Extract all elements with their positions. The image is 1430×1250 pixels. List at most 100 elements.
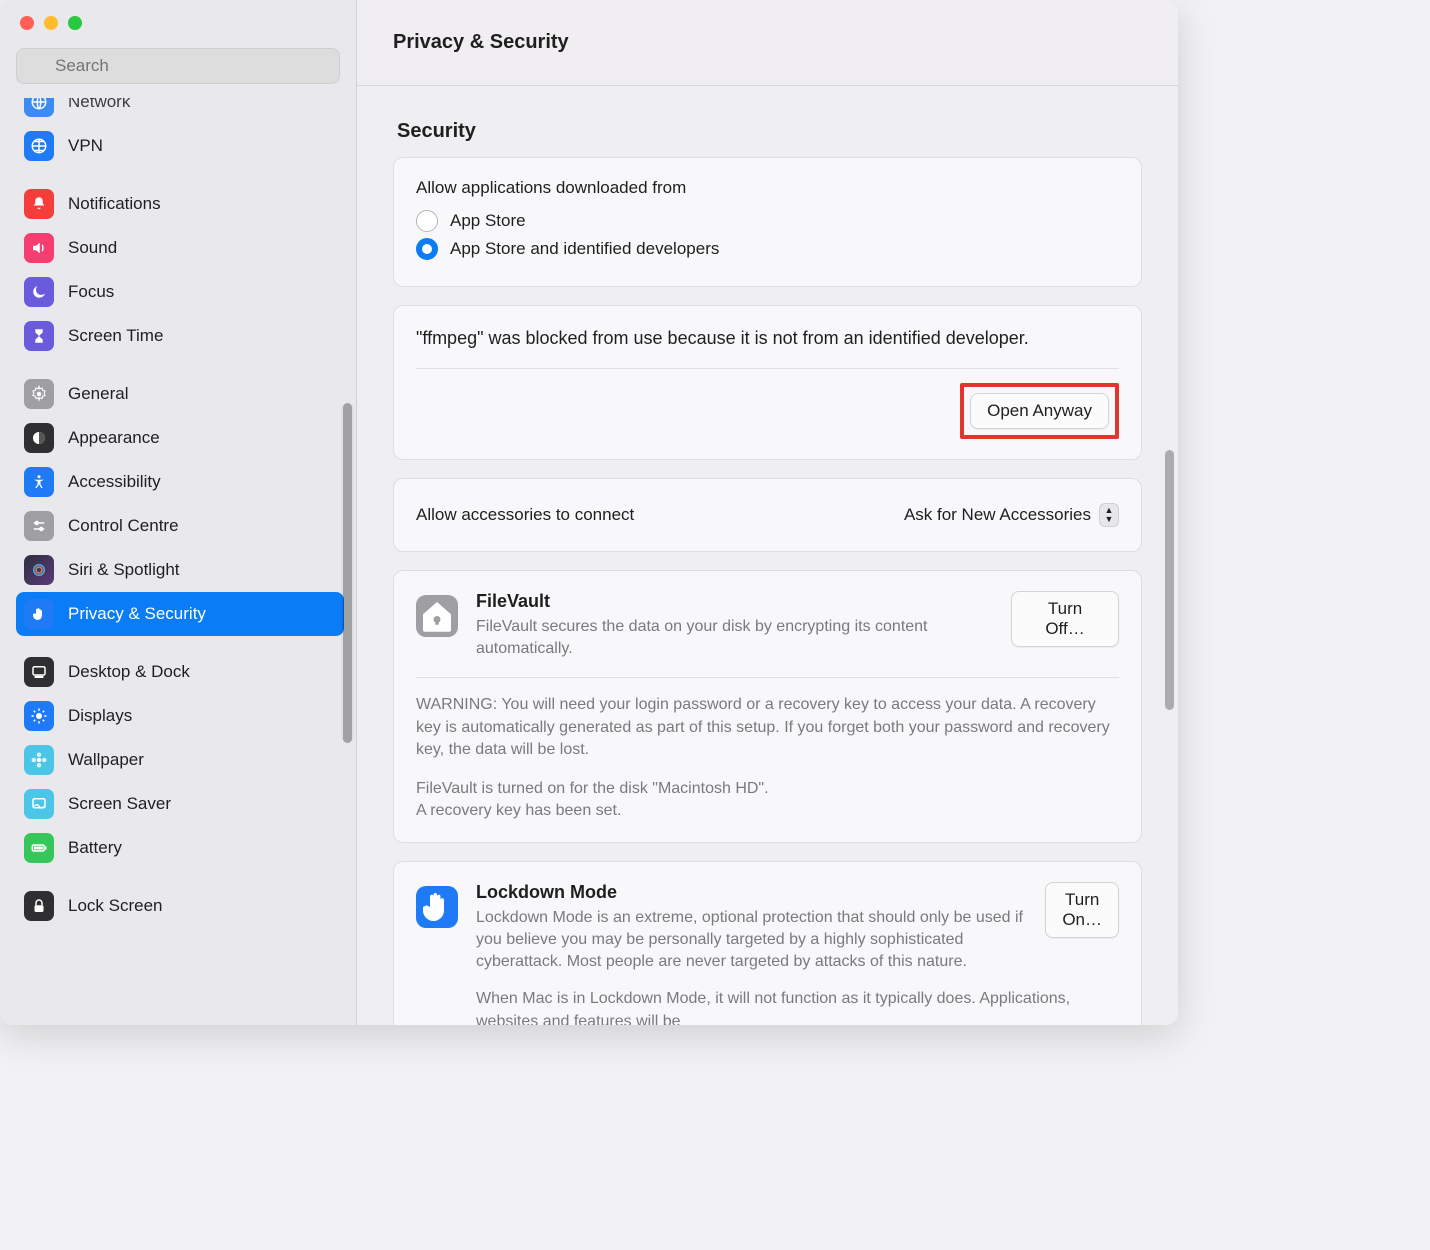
radio-app-store-identified-developers[interactable]: App Store and identified developers: [416, 238, 1119, 260]
filevault-turn-off-button[interactable]: Turn Off…: [1011, 591, 1119, 647]
sidebar-item-general[interactable]: General: [16, 372, 344, 416]
open-anyway-button[interactable]: Open Anyway: [970, 393, 1109, 429]
screensaver-icon: [24, 789, 54, 819]
radio-checked-icon: [416, 238, 438, 260]
accessories-value: Ask for New Accessories: [904, 505, 1091, 525]
lockdown-title: Lockdown Mode: [476, 882, 1031, 903]
moon-icon: [24, 277, 54, 307]
filevault-status-line2: A recovery key has been set.: [416, 800, 1119, 822]
sidebar-item-label: Appearance: [68, 428, 160, 448]
sidebar-item-label: Screen Saver: [68, 794, 171, 814]
hand-icon: [24, 599, 54, 629]
speaker-icon: [24, 233, 54, 263]
window-controls: [0, 12, 356, 40]
sliders-icon: [24, 511, 54, 541]
sidebar-item-label: Network: [68, 98, 130, 112]
gear-icon: [24, 379, 54, 409]
sidebar-item-battery[interactable]: Battery: [16, 826, 344, 870]
page-title: Privacy & Security: [357, 0, 1178, 86]
sidebar-item-label: Lock Screen: [68, 896, 163, 916]
system-settings-window: Network VPN Notifications Sound: [0, 0, 1178, 1025]
sidebar-item-label: Battery: [68, 838, 122, 858]
accessories-card: Allow accessories to connect Ask for New…: [393, 478, 1142, 552]
section-heading-security: Security: [397, 120, 1142, 143]
accessories-label: Allow accessories to connect: [416, 505, 634, 525]
sidebar-item-label: General: [68, 384, 128, 404]
radio-label: App Store: [450, 211, 526, 231]
sidebar-item-label: Notifications: [68, 194, 161, 214]
sidebar-item-screen-saver[interactable]: Screen Saver: [16, 782, 344, 826]
globe-icon: [24, 98, 54, 117]
sidebar-item-siri-spotlight[interactable]: Siri & Spotlight: [16, 548, 344, 592]
sidebar-nav: Network VPN Notifications Sound: [0, 98, 356, 1025]
sidebar: Network VPN Notifications Sound: [0, 0, 357, 1025]
blocked-app-card: "ffmpeg" was blocked from use because it…: [393, 305, 1142, 460]
main-panel: Privacy & Security Security Allow applic…: [357, 0, 1178, 1025]
filevault-status: FileVault is turned on for the disk "Mac…: [416, 778, 1119, 823]
sidebar-scrollbar[interactable]: [341, 403, 354, 743]
allow-apps-card: Allow applications downloaded from App S…: [393, 157, 1142, 287]
lockdown-desc: Lockdown Mode is an extreme, optional pr…: [476, 907, 1031, 972]
bell-icon: [24, 189, 54, 219]
lockdown-note: When Mac is in Lockdown Mode, it will no…: [476, 988, 1119, 1025]
filevault-desc: FileVault secures the data on your disk …: [476, 616, 997, 659]
globe-grid-icon: [24, 131, 54, 161]
sun-icon: [24, 701, 54, 731]
sidebar-item-label: VPN: [68, 136, 103, 156]
sidebar-item-privacy-security[interactable]: Privacy & Security: [16, 592, 344, 636]
flower-icon: [24, 745, 54, 775]
sidebar-scrollbar-thumb[interactable]: [343, 403, 352, 743]
filevault-warning: WARNING: You will need your login passwo…: [416, 694, 1119, 761]
radio-app-store[interactable]: App Store: [416, 210, 1119, 232]
radio-unchecked-icon: [416, 210, 438, 232]
close-window-button[interactable]: [20, 16, 34, 30]
lockdown-card: Lockdown Mode Lockdown Mode is an extrem…: [393, 861, 1142, 1025]
main-scrollbar[interactable]: [1162, 90, 1176, 1021]
sidebar-item-appearance[interactable]: Appearance: [16, 416, 344, 460]
sidebar-item-notifications[interactable]: Notifications: [16, 182, 344, 226]
filevault-status-line1: FileVault is turned on for the disk "Mac…: [416, 778, 1119, 800]
accessories-select[interactable]: Ask for New Accessories ▲▼: [904, 503, 1119, 527]
siri-icon: [24, 555, 54, 585]
sidebar-item-control-centre[interactable]: Control Centre: [16, 504, 344, 548]
filevault-card: FileVault FileVault secures the data on …: [393, 570, 1142, 843]
lock-icon: [24, 891, 54, 921]
search-container: [0, 40, 356, 98]
sidebar-item-wallpaper[interactable]: Wallpaper: [16, 738, 344, 782]
sidebar-item-label: Siri & Spotlight: [68, 560, 180, 580]
sidebar-item-sound[interactable]: Sound: [16, 226, 344, 270]
main-scrollbar-thumb[interactable]: [1165, 450, 1174, 710]
minimize-window-button[interactable]: [44, 16, 58, 30]
sidebar-item-label: Accessibility: [68, 472, 161, 492]
sidebar-item-accessibility[interactable]: Accessibility: [16, 460, 344, 504]
battery-icon: [24, 833, 54, 863]
sidebar-item-label: Desktop & Dock: [68, 662, 190, 682]
sidebar-item-label: Wallpaper: [68, 750, 144, 770]
radio-label: App Store and identified developers: [450, 239, 719, 259]
sidebar-item-label: Sound: [68, 238, 117, 258]
open-anyway-highlight: Open Anyway: [960, 383, 1119, 439]
lockdown-turn-on-button[interactable]: Turn On…: [1045, 882, 1119, 938]
filevault-title: FileVault: [476, 591, 997, 612]
sidebar-item-label: Displays: [68, 706, 132, 726]
sidebar-item-screen-time[interactable]: Screen Time: [16, 314, 344, 358]
content-scroll-area[interactable]: Security Allow applications downloaded f…: [357, 86, 1178, 1025]
search-input[interactable]: [16, 48, 340, 84]
appearance-icon: [24, 423, 54, 453]
filevault-house-icon: [416, 595, 458, 637]
sidebar-item-displays[interactable]: Displays: [16, 694, 344, 738]
sidebar-item-label: Control Centre: [68, 516, 179, 536]
allow-apps-label: Allow applications downloaded from: [416, 178, 1119, 198]
sidebar-item-label: Screen Time: [68, 326, 163, 346]
maximize-window-button[interactable]: [68, 16, 82, 30]
sidebar-item-focus[interactable]: Focus: [16, 270, 344, 314]
hourglass-icon: [24, 321, 54, 351]
page-title-text: Privacy & Security: [393, 31, 569, 54]
sidebar-item-label: Focus: [68, 282, 114, 302]
sidebar-item-lock-screen[interactable]: Lock Screen: [16, 884, 344, 928]
sidebar-item-vpn[interactable]: VPN: [16, 124, 344, 168]
sidebar-item-network[interactable]: Network: [16, 98, 344, 124]
accessibility-icon: [24, 467, 54, 497]
sidebar-item-label: Privacy & Security: [68, 604, 206, 624]
sidebar-item-desktop-dock[interactable]: Desktop & Dock: [16, 650, 344, 694]
